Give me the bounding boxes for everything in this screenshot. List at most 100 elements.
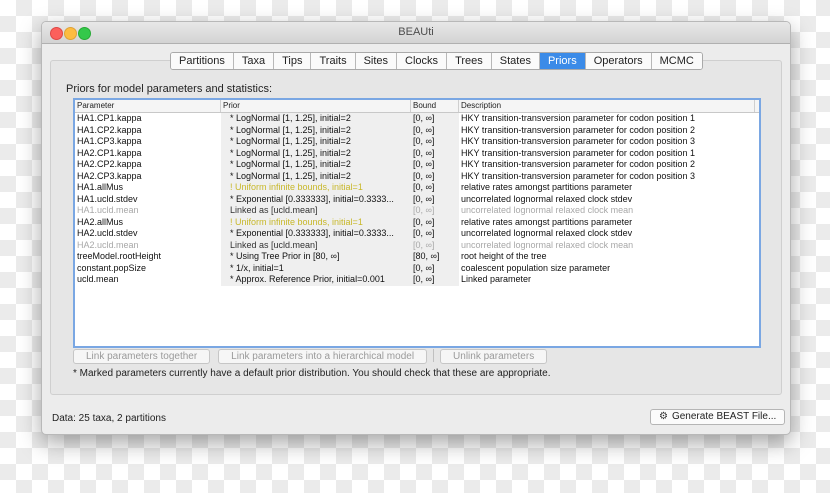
table-row[interactable]: treeModel.rootHeight * Using Tree Prior i… — [75, 251, 759, 263]
parameter-cell: HA1.CP2.kappa — [77, 124, 142, 135]
table-row[interactable]: constant.popSize * 1/x, initial=1 [0, ∞] co… — [75, 262, 759, 274]
parameter-cell: HA1.allMus — [77, 182, 124, 192]
prior-cell[interactable]: * 1/x, initial=1 — [221, 262, 411, 274]
bound-cell: [0, ∞] — [411, 262, 459, 274]
bound-cell: [0, ∞] — [411, 136, 459, 148]
priors-table[interactable]: Parameter Prior Bound Description HA1.CP… — [73, 98, 761, 348]
description-cell: relative rates amongst partitions parame… — [461, 182, 633, 192]
parameter-cell: HA2.CP3.kappa — [77, 170, 142, 181]
bound-cell: [80, ∞] — [411, 251, 459, 263]
parameter-cell: HA1.CP1.kappa — [77, 113, 142, 123]
prior-cell[interactable]: ! Uniform infinite bounds, initial=1 — [221, 182, 411, 194]
table-header: Parameter Prior Bound Description — [75, 100, 759, 113]
link-hierarchical-model-button[interactable]: Link parameters into a hierarchical mode… — [218, 349, 428, 364]
prior-cell[interactable]: * Exponential [0.333333], initial=0.3333… — [221, 228, 411, 240]
description-cell: HKY transition-transversion parameter fo… — [461, 170, 695, 181]
prior-cell[interactable]: * Approx. Reference Prior, initial=0.001 — [221, 274, 411, 286]
bound-cell: [0, ∞] — [411, 113, 459, 125]
prior-cell[interactable]: * LogNormal [1, 1.25], initial=2 — [221, 147, 411, 159]
default-prior-note: * Marked parameters currently have a def… — [73, 368, 551, 379]
data-status: Data: 25 taxa, 2 partitions — [52, 413, 166, 424]
description-cell: HKY transition-transversion parameter fo… — [461, 136, 695, 146]
table-row[interactable]: HA2.CP2.kappa * LogNormal [1, 1.25], init… — [75, 159, 759, 171]
description-cell: coalescent population size parameter — [461, 262, 611, 273]
parameter-cell: HA1.ucld.stdev — [77, 193, 138, 204]
table-row[interactable]: HA2.allMus ! Uniform infinite bounds, ini… — [75, 216, 759, 228]
title-bar: BEAUti — [42, 22, 790, 44]
table-row[interactable]: HA1.ucld.stdev * Exponential [0.333333], … — [75, 193, 759, 205]
bound-cell: [0, ∞] — [411, 124, 459, 136]
parameter-cell: HA2.CP1.kappa — [77, 147, 142, 158]
column-header-parameter[interactable]: Parameter — [75, 100, 221, 112]
parameter-cell: treeModel.rootHeight — [77, 251, 162, 261]
prior-cell[interactable]: * LogNormal [1, 1.25], initial=2 — [221, 170, 411, 182]
table-row[interactable]: HA2.ucld.stdev * Exponential [0.333333], … — [75, 228, 759, 240]
tab-mcmc[interactable]: MCMC — [651, 53, 702, 69]
prior-cell[interactable]: Linked as [ucld.mean] — [221, 239, 411, 251]
tab-sites[interactable]: Sites — [355, 53, 398, 69]
tab-operators[interactable]: Operators — [585, 53, 652, 69]
tab-priors[interactable]: Priors — [539, 53, 586, 69]
bound-cell: [0, ∞] — [411, 205, 459, 217]
table-row[interactable]: HA1.CP1.kappa * LogNormal [1, 1.25], init… — [75, 113, 759, 125]
table-row[interactable]: HA2.ucld.mean Linked as [ucld.mean] [0, ∞]… — [75, 239, 759, 251]
description-cell: relative rates amongst partitions parame… — [461, 216, 633, 227]
description-cell: uncorrelated lognormal relaxed clock mea… — [461, 239, 634, 250]
generate-beast-file-label: Generate BEAST File... — [671, 411, 777, 422]
column-header-description[interactable]: Description — [459, 100, 755, 112]
unlink-parameters-button[interactable]: Unlink parameters — [440, 349, 548, 364]
bound-cell: [0, ∞] — [411, 182, 459, 194]
description-cell: HKY transition-transversion parameter fo… — [461, 147, 695, 158]
column-header-prior[interactable]: Prior — [221, 100, 411, 112]
prior-cell[interactable]: Linked as [ucld.mean] — [221, 205, 411, 217]
tab-partitions[interactable]: Partitions — [171, 53, 234, 69]
tab-trees[interactable]: Trees — [447, 53, 492, 69]
window-title: BEAUti — [398, 26, 434, 38]
table-row[interactable]: HA2.CP3.kappa * LogNormal [1, 1.25], init… — [75, 170, 759, 182]
prior-cell[interactable]: * LogNormal [1, 1.25], initial=2 — [221, 124, 411, 136]
bound-cell: [0, ∞] — [411, 274, 459, 286]
tab-states[interactable]: States — [491, 53, 540, 69]
description-cell: HKY transition-transversion parameter fo… — [461, 159, 695, 169]
description-cell: Linked parameter — [461, 274, 532, 284]
bound-cell: [0, ∞] — [411, 193, 459, 205]
prior-cell[interactable]: * Using Tree Prior in [80, ∞] — [221, 251, 411, 263]
description-cell: HKY transition-transversion parameter fo… — [461, 113, 695, 123]
prior-cell[interactable]: ! Uniform infinite bounds, initial=1 — [221, 216, 411, 228]
priors-panel-label: Priors for model parameters and statisti… — [66, 83, 273, 95]
bound-cell: [0, ∞] — [411, 147, 459, 159]
description-cell: root height of the tree — [461, 251, 547, 261]
tab-taxa[interactable]: Taxa — [233, 53, 275, 69]
link-parameters-together-button[interactable]: Link parameters together — [73, 349, 211, 364]
prior-cell[interactable]: * Exponential [0.333333], initial=0.3333… — [221, 193, 411, 205]
parameter-cell: HA2.allMus — [77, 216, 124, 227]
table-row[interactable]: HA2.CP1.kappa * LogNormal [1, 1.25], init… — [75, 147, 759, 159]
parameter-cell: HA2.ucld.stdev — [77, 228, 138, 238]
table-row[interactable]: HA1.CP3.kappa * LogNormal [1, 1.25], init… — [75, 136, 759, 148]
parameter-cell: HA1.CP3.kappa — [77, 136, 142, 146]
description-cell: HKY transition-transversion parameter fo… — [461, 124, 695, 135]
parameter-cell: HA2.CP2.kappa — [77, 159, 142, 169]
bound-cell: [0, ∞] — [411, 239, 459, 251]
table-row[interactable]: HA1.CP2.kappa * LogNormal [1, 1.25], init… — [75, 124, 759, 136]
tab-clocks[interactable]: Clocks — [397, 53, 448, 69]
table-row[interactable]: HA1.ucld.mean Linked as [ucld.mean] [0, ∞]… — [75, 205, 759, 217]
description-cell: uncorrelated lognormal relaxed clock std… — [461, 193, 633, 204]
tab-traits[interactable]: Traits — [311, 53, 356, 69]
table-row[interactable]: ucld.mean * Approx. Reference Prior, init… — [75, 274, 759, 286]
table-row[interactable]: HA1.allMus ! Uniform infinite bounds, ini… — [75, 182, 759, 194]
button-divider — [433, 349, 435, 362]
prior-cell[interactable]: * LogNormal [1, 1.25], initial=2 — [221, 136, 411, 148]
prior-cell[interactable]: * LogNormal [1, 1.25], initial=2 — [221, 113, 411, 125]
tab-bar: Partitions Taxa Tips Traits Sites Clocks… — [170, 52, 703, 70]
bound-cell: [0, ∞] — [411, 228, 459, 240]
bound-cell: [0, ∞] — [411, 159, 459, 171]
table-body: HA1.CP1.kappa * LogNormal [1, 1.25], init… — [75, 113, 759, 286]
column-header-bound[interactable]: Bound — [411, 100, 459, 112]
generate-beast-file-button[interactable]: ⚙ Generate BEAST File... — [650, 409, 786, 425]
beauti-window: BEAUti Partitions Taxa Tips Traits Sites… — [41, 21, 791, 435]
tab-tips[interactable]: Tips — [274, 53, 312, 69]
bound-cell: [0, ∞] — [411, 170, 459, 182]
parameter-cell: ucld.mean — [77, 274, 119, 284]
prior-cell[interactable]: * LogNormal [1, 1.25], initial=2 — [221, 159, 411, 171]
